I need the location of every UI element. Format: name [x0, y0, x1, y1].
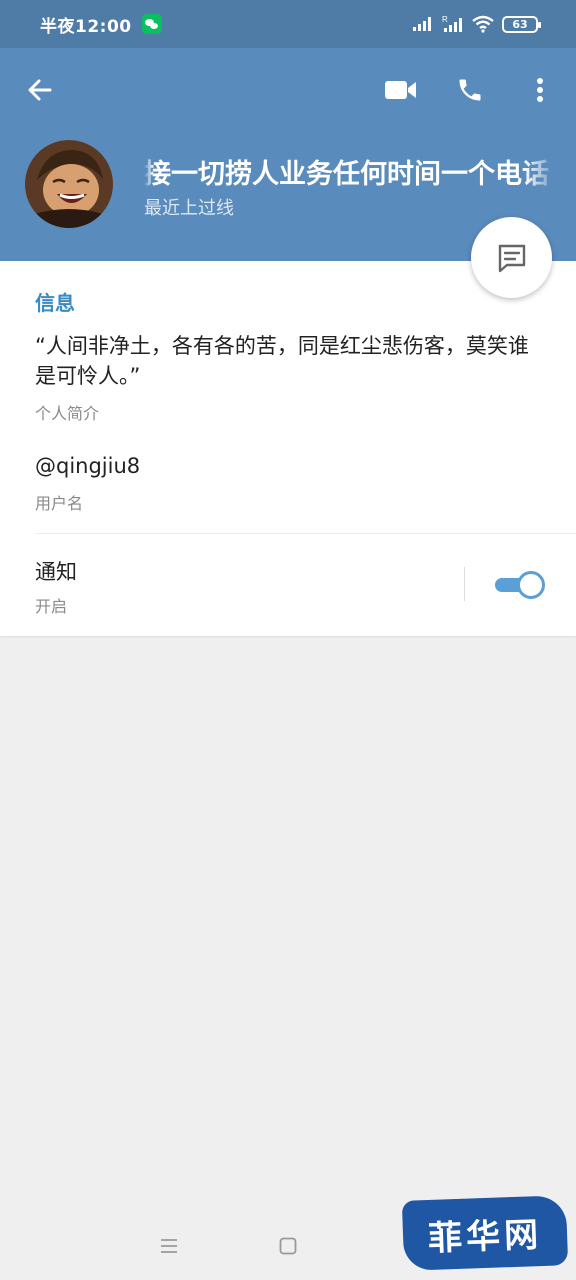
- video-camera-icon: [385, 81, 416, 99]
- vertical-separator: [464, 567, 465, 601]
- menu-icon: [161, 1239, 177, 1253]
- toggle-knob: [517, 571, 545, 599]
- arrow-left-icon: [28, 79, 52, 101]
- wechat-icon: [141, 14, 162, 34]
- wifi-icon: [472, 15, 494, 33]
- home-button[interactable]: [273, 1231, 303, 1261]
- username[interactable]: @qingjiu8: [35, 454, 140, 478]
- avatar-image: [25, 140, 113, 228]
- avatar[interactable]: [25, 140, 113, 228]
- notifications-label[interactable]: 通知: [35, 556, 77, 586]
- profile-name: 接一切捞人业务任何时间一个电话: [144, 159, 549, 188]
- video-call-button[interactable]: [379, 68, 423, 112]
- bio-caption: 个人简介: [35, 404, 100, 423]
- phone-icon: [459, 79, 481, 101]
- username-caption: 用户名: [35, 494, 84, 513]
- signal-icon: [413, 17, 431, 31]
- info-section: 信息 “人间非净土，各有各的苦，同是红尘悲伤客，莫笑谁是可怜人。” 个人简介 @…: [0, 261, 576, 636]
- more-vertical-icon: [537, 78, 543, 102]
- status-time: 半夜12:00: [40, 16, 132, 37]
- notifications-toggle[interactable]: [495, 571, 545, 599]
- call-button[interactable]: [448, 68, 492, 112]
- svg-text:R: R: [442, 15, 448, 24]
- status-icons: R 63: [412, 15, 541, 33]
- message-icon: [498, 244, 525, 272]
- send-message-button[interactable]: [471, 217, 552, 298]
- status-bar: 半夜12:00 R 63: [0, 0, 576, 48]
- back-button[interactable]: [18, 68, 62, 112]
- watermark-text: 菲华网: [427, 1214, 543, 1259]
- section-title: 信息: [35, 291, 75, 315]
- battery-icon: 63: [502, 15, 541, 33]
- divider: [35, 533, 576, 534]
- more-options-button[interactable]: [518, 68, 562, 112]
- watermark-logo: 菲华网: [401, 1195, 569, 1271]
- last-seen-status: 最近上过线: [144, 198, 234, 219]
- recents-button[interactable]: [154, 1231, 184, 1261]
- toolbar: [0, 48, 576, 132]
- bio-text[interactable]: “人间非净土，各有各的苦，同是红尘悲伤客，莫笑谁是可怜人。”: [35, 331, 545, 391]
- home-icon: [279, 1237, 297, 1255]
- signal-roaming-icon: R: [442, 15, 462, 32]
- notifications-state: 开启: [35, 597, 68, 616]
